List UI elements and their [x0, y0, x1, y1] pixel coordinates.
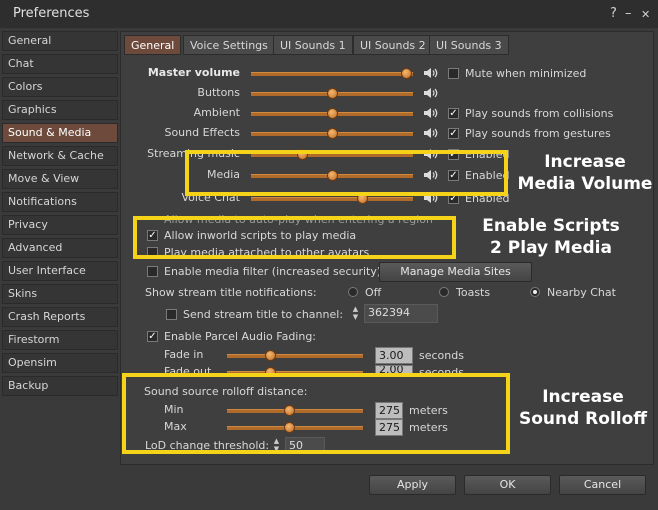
annotation-media-volume-line-2: Media Volume: [517, 174, 653, 194]
volume-slider-knob[interactable]: [327, 108, 338, 119]
media-filter-checkbox[interactable]: [147, 266, 158, 277]
stream-nearby-chat-label: Nearby Chat: [547, 286, 616, 299]
sidebar-item-graphics[interactable]: Graphics: [2, 100, 118, 120]
preferences-window: Preferences ? – ✕ General Chat Colors Gr…: [0, 0, 658, 510]
annotation-rolloff-line-2: Sound Rolloff: [518, 409, 648, 429]
volume-row-label: Master volume: [147, 66, 240, 79]
sidebar-item-privacy[interactable]: Privacy: [2, 215, 118, 235]
channel-spinner[interactable]: ▲ ▼: [351, 305, 360, 322]
send-stream-title-label: Send stream title to channel:: [183, 308, 344, 321]
scripts-highlight: [133, 216, 456, 259]
fade-in-units: seconds: [419, 349, 464, 362]
volume-row-label: Ambient: [193, 106, 240, 119]
volume-row-checkbox-label: Mute when minimized: [465, 67, 587, 80]
minimize-icon[interactable]: –: [625, 6, 632, 21]
annotation-media-volume: Increase Media Volume: [514, 151, 656, 195]
cancel-button[interactable]: Cancel: [559, 475, 646, 495]
annotation-scripts-line-1: Enable Scripts: [482, 216, 620, 236]
volume-row-checkbox[interactable]: ✓: [448, 108, 459, 119]
sidebar-item-chat[interactable]: Chat: [2, 54, 118, 74]
volume-row-checkbox-label: Play sounds from collisions: [465, 107, 614, 120]
ok-button[interactable]: OK: [464, 475, 551, 495]
sidebar-item-skins[interactable]: Skins: [2, 284, 118, 304]
annotation-rolloff: Increase Sound Rolloff: [511, 386, 655, 430]
parcel-fading-label: Enable Parcel Audio Fading:: [164, 330, 317, 343]
tab-ui-sounds-1[interactable]: UI Sounds 1: [273, 35, 353, 55]
sidebar-item-colors[interactable]: Colors: [2, 77, 118, 97]
close-icon[interactable]: ✕: [641, 8, 650, 21]
annotation-scripts-line-2: 2 Play Media: [490, 238, 612, 258]
rolloff-highlight: [122, 373, 510, 454]
tab-ui-sounds-2[interactable]: UI Sounds 2: [353, 35, 433, 55]
help-icon[interactable]: ?: [610, 6, 617, 21]
tab-ui-sounds-3[interactable]: UI Sounds 3: [429, 35, 509, 55]
tab-voice-settings[interactable]: Voice Settings: [183, 35, 275, 55]
fade-in-label: Fade in: [164, 348, 204, 361]
volume-slider-knob[interactable]: [327, 128, 338, 139]
speaker-icon[interactable]: [423, 127, 439, 139]
stream-toasts-radio[interactable]: [439, 287, 449, 297]
volume-row-checkbox[interactable]: ✓: [448, 128, 459, 139]
stream-nearby-chat-radio[interactable]: [530, 287, 540, 297]
sidebar-item-advanced[interactable]: Advanced: [2, 238, 118, 258]
send-stream-title-checkbox[interactable]: [166, 309, 177, 320]
volume-row-checkbox-label: Play sounds from gestures: [465, 127, 611, 140]
volume-row-label: Buttons: [197, 86, 240, 99]
volume-row-checkbox[interactable]: [448, 68, 459, 79]
sidebar-item-sound-media[interactable]: Sound & Media: [2, 123, 118, 143]
fade-in-slider-knob[interactable]: [264, 350, 276, 361]
tab-general[interactable]: General: [124, 35, 182, 55]
stream-off-radio[interactable]: [348, 287, 358, 297]
sidebar-item-network-cache[interactable]: Network & Cache: [2, 146, 118, 166]
stream-notifications-label: Show stream title notifications:: [145, 286, 317, 299]
fade-in-slider[interactable]: [227, 354, 363, 358]
stream-off-label: Off: [365, 286, 382, 299]
annotation-rolloff-line-1: Increase: [542, 387, 624, 407]
sidebar-item-notifications[interactable]: Notifications: [2, 192, 118, 212]
window-title: Preferences: [13, 6, 90, 21]
sidebar-item-crash-reports[interactable]: Crash Reports: [2, 307, 118, 327]
sidebar-item-opensim[interactable]: Opensim: [2, 353, 118, 373]
title-bar[interactable]: Preferences ? – ✕: [0, 0, 658, 28]
speaker-icon[interactable]: [423, 107, 439, 119]
volume-row-label: Sound Effects: [164, 126, 240, 139]
annotation-media-volume-line-1: Increase: [544, 152, 626, 172]
speaker-icon[interactable]: [423, 87, 439, 99]
apply-button[interactable]: Apply: [369, 475, 456, 495]
volume-slider-knob[interactable]: [327, 88, 338, 99]
sidebar-item-firestorm[interactable]: Firestorm: [2, 330, 118, 350]
stream-toasts-label: Toasts: [456, 286, 491, 299]
sidebar-item-move-view[interactable]: Move & View: [2, 169, 118, 189]
volume-slider[interactable]: [251, 197, 413, 201]
speaker-icon[interactable]: [423, 67, 439, 79]
annotation-scripts: Enable Scripts 2 Play Media: [472, 215, 630, 259]
volume-slider[interactable]: [251, 72, 413, 76]
sidebar-item-user-interface[interactable]: User Interface: [2, 261, 118, 281]
media-filter-label: Enable media filter (increased security): [164, 265, 382, 278]
sidebar-item-general[interactable]: General: [2, 31, 118, 51]
media-volume-highlight: [185, 150, 508, 196]
fade-in-field[interactable]: 3.00: [375, 347, 413, 364]
sidebar-item-backup[interactable]: Backup: [2, 376, 118, 396]
parcel-fading-checkbox[interactable]: ✓: [147, 331, 158, 342]
manage-media-sites-button[interactable]: Manage Media Sites: [379, 262, 532, 282]
channel-input[interactable]: 362394: [364, 304, 438, 323]
